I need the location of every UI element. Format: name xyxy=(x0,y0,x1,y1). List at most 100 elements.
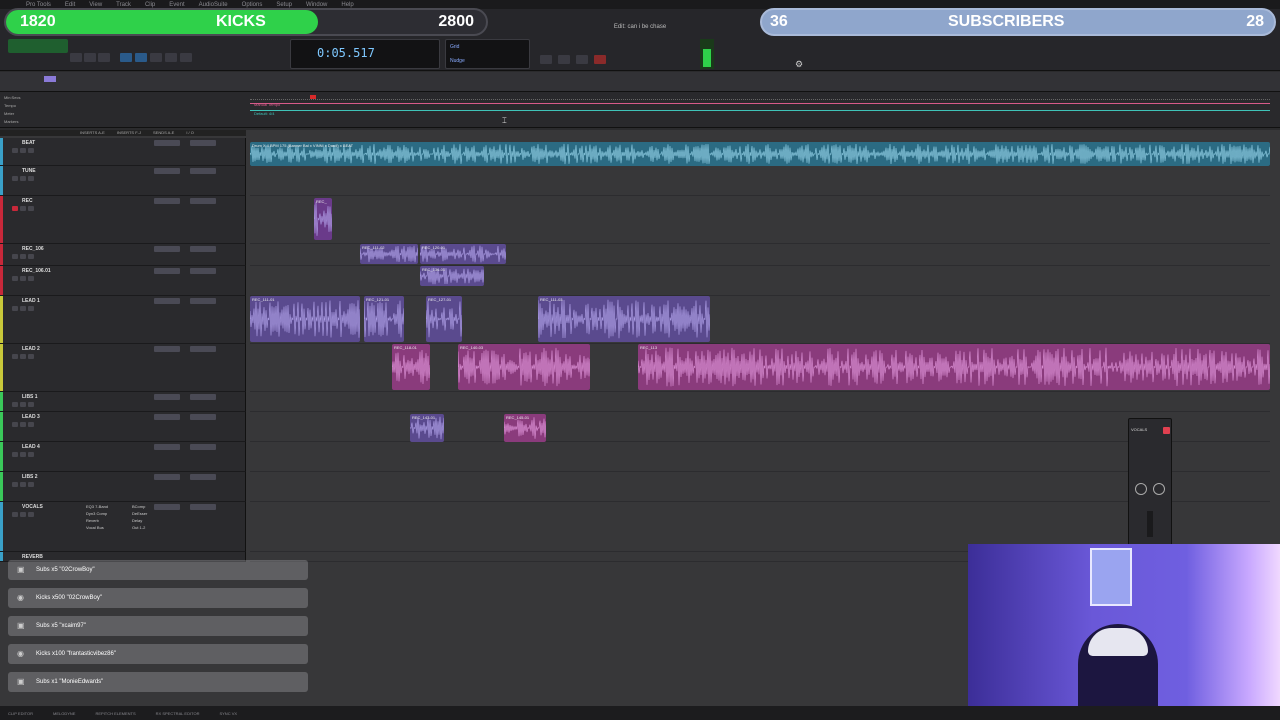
track-name[interactable]: LIBS 2 xyxy=(22,474,38,480)
record-button[interactable] xyxy=(12,482,18,487)
pencil-tool-icon[interactable] xyxy=(165,53,177,62)
menu-item[interactable]: Event xyxy=(169,2,184,8)
menu-item[interactable]: View xyxy=(89,2,102,8)
track-header[interactable]: LIBS 1 xyxy=(0,392,246,412)
insert-slot[interactable] xyxy=(154,346,180,352)
record-button[interactable] xyxy=(12,402,18,407)
timeline-rulers[interactable]: Min:Secs Tempo Meter Markers Manual Temp… xyxy=(0,92,1280,128)
track-name[interactable]: LIBS 1 xyxy=(22,394,38,400)
bottom-tab[interactable]: RX SPECTRAL EDITOR xyxy=(156,711,200,716)
solo-button[interactable] xyxy=(20,512,26,517)
audio-clip[interactable]: REC_111-03 xyxy=(538,296,710,342)
meter-ruler-line[interactable] xyxy=(250,110,1270,111)
track-header[interactable]: LIBS 2 xyxy=(0,472,246,502)
insert-name[interactable]: Dyn3 Comp xyxy=(86,511,107,516)
mute-button[interactable] xyxy=(28,482,34,487)
record-button[interactable] xyxy=(12,148,18,153)
audio-clip[interactable]: REC_143-01 xyxy=(410,414,444,442)
solo-button[interactable] xyxy=(20,148,26,153)
insert-name[interactable]: Vocal Bus xyxy=(86,525,104,530)
track-playlist-lane[interactable] xyxy=(250,166,1270,196)
insert-name[interactable]: BComp xyxy=(132,504,145,509)
zoom-preset-button[interactable] xyxy=(70,53,82,62)
record-button[interactable] xyxy=(12,512,18,517)
mute-button[interactable] xyxy=(28,206,34,211)
insert-slot[interactable] xyxy=(154,298,180,304)
menu-item[interactable]: Window xyxy=(306,2,327,8)
insert-slot[interactable] xyxy=(154,140,180,146)
record-button[interactable] xyxy=(12,422,18,427)
audio-clip[interactable]: REC_118-01 xyxy=(392,344,430,390)
insert-slot[interactable] xyxy=(190,444,216,450)
solo-button[interactable] xyxy=(20,176,26,181)
record-button[interactable] xyxy=(12,176,18,181)
insert-slot[interactable] xyxy=(154,414,180,420)
insert-slot[interactable] xyxy=(154,168,180,174)
insert-slot[interactable] xyxy=(190,346,216,352)
track-name[interactable]: REC_106.01 xyxy=(22,268,51,274)
punch-marker[interactable] xyxy=(310,95,316,99)
menu-item[interactable]: AudioSuite xyxy=(199,2,228,8)
insert-slot[interactable] xyxy=(190,474,216,480)
volume-fader[interactable] xyxy=(1147,511,1153,537)
selector-tool-icon[interactable] xyxy=(135,53,147,62)
track-playlist-lane[interactable] xyxy=(250,472,1270,502)
bottom-tab[interactable]: REPITCH ELEMENTS xyxy=(95,711,135,716)
mute-button[interactable] xyxy=(28,452,34,457)
zoom-preset-button[interactable] xyxy=(98,53,110,62)
track-playlist-lane[interactable] xyxy=(250,412,1270,442)
track-playlist-lane[interactable] xyxy=(250,266,1270,296)
audio-clip[interactable]: Drum X 4 BPM 175 (Banner Bal x VINNI x D… xyxy=(250,142,1270,166)
menu-item[interactable]: Edit xyxy=(65,2,75,8)
solo-button[interactable] xyxy=(20,422,26,427)
track-header[interactable]: VOCALS xyxy=(0,502,246,552)
record-button[interactable] xyxy=(12,276,18,281)
menu-item[interactable]: Clip xyxy=(145,2,155,8)
track-name[interactable]: VOCALS xyxy=(22,504,43,510)
insert-slot[interactable] xyxy=(190,246,216,252)
record-icon[interactable] xyxy=(594,55,606,64)
track-name[interactable]: REC_106 xyxy=(22,246,44,252)
solo-button[interactable] xyxy=(20,254,26,259)
grabber-tool-icon[interactable] xyxy=(150,53,162,62)
track-header[interactable]: LEAD 1 xyxy=(0,296,246,344)
audio-clip[interactable]: REC_111-01 xyxy=(250,296,360,342)
audio-clip[interactable]: REC_127-01 xyxy=(426,296,462,342)
stop-icon[interactable] xyxy=(558,55,570,64)
audio-clip[interactable]: REC_140-03 xyxy=(458,344,590,390)
solo-button[interactable] xyxy=(20,354,26,359)
track-header[interactable]: LEAD 3 xyxy=(0,412,246,442)
audio-clip[interactable]: REC_111-02 xyxy=(360,244,418,264)
track-header[interactable]: REC_106.01 xyxy=(0,266,246,296)
floating-mixer-strip[interactable]: VOCALS xyxy=(1128,418,1172,546)
mute-button[interactable] xyxy=(28,354,34,359)
track-name[interactable]: LEAD 3 xyxy=(22,414,40,420)
track-name[interactable]: LEAD 2 xyxy=(22,346,40,352)
solo-button[interactable] xyxy=(20,482,26,487)
solo-button[interactable] xyxy=(20,276,26,281)
main-counter[interactable]: 0:05.517 xyxy=(290,39,440,69)
track-name[interactable]: TUNE xyxy=(22,168,36,174)
grid-nudge-display[interactable]: Grid Nudge xyxy=(445,39,530,69)
close-icon[interactable] xyxy=(1163,427,1170,434)
insert-slot[interactable] xyxy=(154,268,180,274)
mute-button[interactable] xyxy=(28,402,34,407)
solo-button[interactable] xyxy=(20,452,26,457)
bottom-tab[interactable]: CLIP EDITOR xyxy=(8,711,33,716)
track-header[interactable]: LEAD 2 xyxy=(0,344,246,392)
mute-button[interactable] xyxy=(28,176,34,181)
record-button[interactable] xyxy=(12,254,18,259)
audio-clip[interactable]: REC_120-01 xyxy=(420,244,506,264)
insert-name[interactable]: Reverb xyxy=(86,518,99,523)
insert-slot[interactable] xyxy=(190,198,216,204)
play-icon[interactable] xyxy=(576,55,588,64)
audio-clip[interactable]: REC_145-01 xyxy=(504,414,546,442)
tempo-ruler-line[interactable] xyxy=(250,103,1270,104)
smart-tool-icon[interactable] xyxy=(180,53,192,62)
menu-item[interactable]: Track xyxy=(116,2,131,8)
track-header[interactable]: REC xyxy=(0,196,246,244)
insert-slot[interactable] xyxy=(190,414,216,420)
insert-slot[interactable] xyxy=(154,394,180,400)
insert-slot[interactable] xyxy=(190,268,216,274)
zoom-preset-button[interactable] xyxy=(84,53,96,62)
